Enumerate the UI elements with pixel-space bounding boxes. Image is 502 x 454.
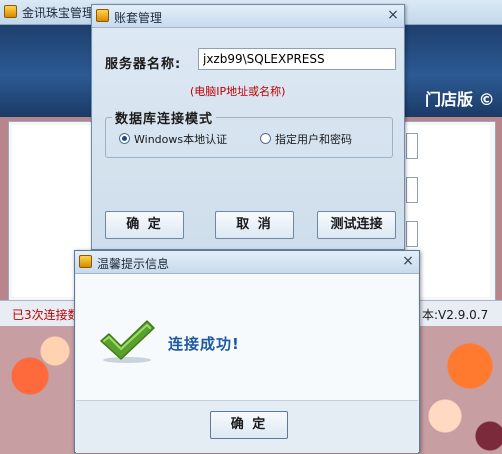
version-text: 本:V2.9.0.7 [422,308,489,322]
account-management-window: 账套管理 × 服务器名称: (电脑IP地址或名称) 数据库连接模式 Window… [91,4,405,250]
check-icon [100,320,155,363]
close-icon[interactable]: × [385,7,401,23]
server-name-input[interactable] [198,48,396,70]
message-dialog-title: 温馨提示信息 [97,257,170,271]
app-icon [4,5,17,18]
user-password-label[interactable]: 指定用户和密码 [275,131,352,147]
windows-auth-radio[interactable] [119,133,130,144]
account-window-titlebar: 账套管理 × [92,5,404,28]
cancel-button[interactable]: 取 消 [215,211,294,239]
message-dialog-titlebar: 温馨提示信息 × [75,251,419,274]
connection-mode-title: 数据库连接模式 [112,108,217,127]
app-icon [96,9,109,22]
app-icon [79,255,92,268]
windows-auth-label[interactable]: Windows本地认证 [134,131,227,147]
main-field-2[interactable] [406,177,418,203]
server-name-hint: (电脑IP地址或名称) [190,85,286,98]
message-text: 连接成功! [168,335,240,353]
user-password-radio[interactable] [260,133,271,144]
message-dialog: 温馨提示信息 × 连接成功! 确 定 [74,250,420,453]
edition-label: 门店版 © [425,90,495,109]
main-field-1[interactable] [406,133,418,159]
message-ok-button[interactable]: 确 定 [210,411,288,439]
server-name-label: 服务器名称: [105,57,182,72]
confirm-button[interactable]: 确 定 [105,211,184,239]
connection-status-text: 已3次连接数 [12,308,80,322]
account-window-title: 账套管理 [114,11,163,25]
close-icon[interactable]: × [400,253,416,269]
main-window-title: 金讯珠宝管理 [22,6,95,20]
main-field-3[interactable] [406,221,418,247]
test-connection-button[interactable]: 测试连接 [317,211,396,239]
